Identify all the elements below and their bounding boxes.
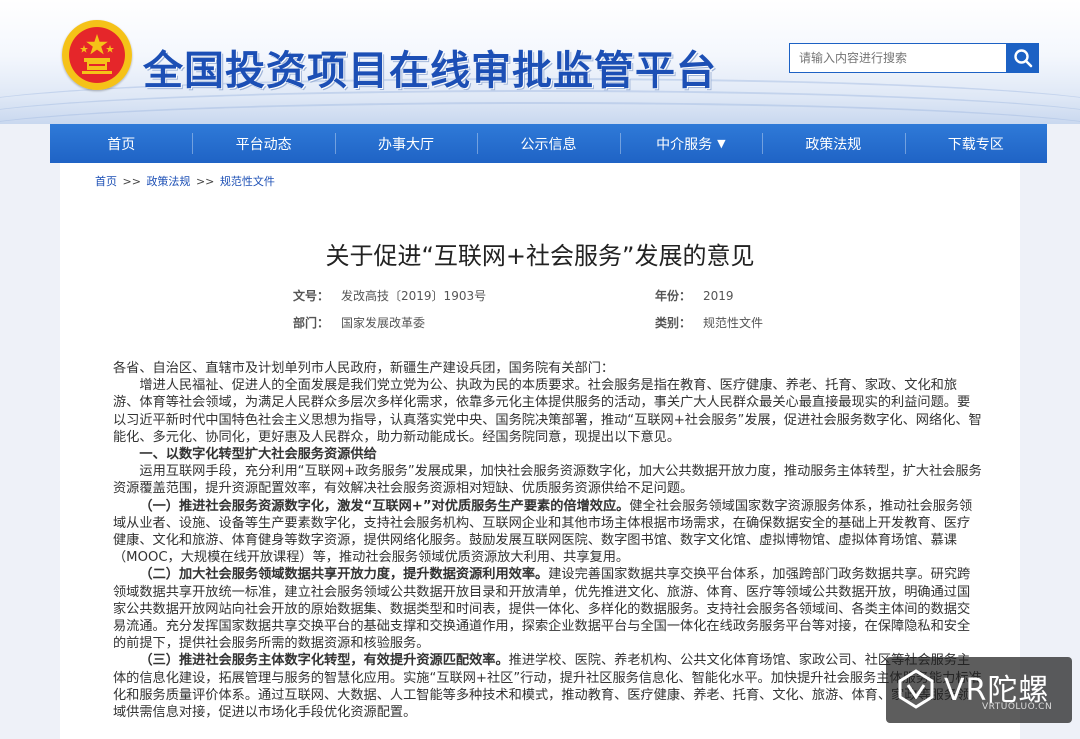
meta-department: 部门： 国家发展改革委: [293, 314, 425, 331]
document-title: 关于促进“互联网+社会服务”发展的意见: [325, 242, 755, 270]
section-heading-text: 一、以数字化转型扩大社会服务资源供给: [139, 447, 377, 463]
meta-value: 国家发展改革委: [341, 316, 426, 330]
nav-item-label: 政策法规: [805, 136, 862, 153]
nav-item-label: 公示信息: [520, 136, 577, 153]
breadcrumb: 首页 >> 政策法规 >> 规范性文件: [95, 173, 275, 189]
meta-value: 规范性文件: [703, 316, 764, 330]
meta-category: 类别： 规范性文件: [655, 314, 763, 331]
nav-item-service-hall[interactable]: 办事大厅: [334, 124, 477, 163]
meta-year: 年份： 2019: [655, 287, 734, 304]
nav-item-label: 平台动态: [235, 136, 292, 153]
main-nav: 首页 平台动态 办事大厅 公示信息 中介服务 ▼ 政策法规 下载专区: [50, 124, 1047, 163]
nav-item-policies[interactable]: 政策法规: [762, 124, 904, 163]
meta-label: 类别：: [655, 316, 692, 330]
nav-item-home[interactable]: 首页: [50, 124, 192, 163]
meta-label: 部门：: [293, 316, 330, 330]
intro-paragraph: 增进人民福祉、促进人的全面发展是我们党立党为公、执政为民的本质要求。社会服务是指…: [113, 378, 982, 445]
subsection-paragraph: （二）加大社会服务领域数据共享开放力度，提升数据资源利用效率。建设完善国家数据共…: [113, 566, 983, 652]
breadcrumb-home-link[interactable]: 首页: [95, 175, 117, 188]
subsection-heading: （一）推进社会服务资源数字化，激发“互联网+”对优质服务生产要素的倍增效应。: [139, 498, 630, 514]
search-icon: [1014, 49, 1033, 68]
subsection-heading: （三）推进社会服务主体数字化转型，有效提升资源匹配效率。: [139, 653, 509, 669]
nav-item-label: 下载专区: [947, 136, 1004, 153]
subsection-heading: （二）加大社会服务领域数据共享开放力度，提升数据资源利用效率。: [139, 567, 549, 583]
watermark: VR陀螺 VRTUOLUO.CN: [886, 657, 1072, 723]
watermark-domain-text: VRTUOLUO.CN: [982, 702, 1053, 712]
salutation-paragraph: 各省、自治区、直辖市及计划单列市人民政府，新疆生产建设兵团，国务院有关部门：: [113, 361, 615, 376]
meta-label: 文号：: [293, 289, 330, 303]
breadcrumb-separator: >>: [122, 175, 141, 188]
meta-value: 发改高技〔2019〕1903号: [341, 289, 487, 303]
breadcrumb-separator: >>: [195, 175, 215, 188]
section-intro-paragraph: 运用互联网手段，充分利用“互联网+政务服务”发展成果，加快社会服务资源数字化，加…: [113, 464, 982, 497]
nav-item-label: 办事大厅: [378, 136, 435, 153]
national-emblem-icon: [62, 20, 132, 90]
breadcrumb-current[interactable]: 规范性文件: [220, 175, 275, 188]
meta-value: 2019: [703, 289, 734, 303]
nav-item-intermediary-services[interactable]: 中介服务 ▼: [619, 124, 762, 163]
breadcrumb-policies-link[interactable]: 政策法规: [146, 175, 190, 188]
meta-label: 年份：: [655, 289, 692, 303]
subsection-paragraph: （三）推进社会服务主体数字化转型，有效提升资源匹配效率。推进学校、医院、养老机构…: [113, 652, 983, 721]
document-body: 各省、自治区、直辖市及计划单列市人民政府，新疆生产建设兵团，国务院有关部门： 增…: [113, 360, 983, 721]
nav-item-platform-news[interactable]: 平台动态: [192, 124, 334, 163]
site-title[interactable]: 全国投资项目在线审批监管平台: [143, 38, 717, 96]
nav-item-label: 中介服务: [656, 136, 713, 153]
nav-item-public-info[interactable]: 公示信息: [477, 124, 619, 163]
meta-doc-no: 文号： 发改高技〔2019〕1903号: [293, 287, 486, 304]
search-input[interactable]: [789, 43, 1007, 73]
vr-tuoluo-logo-icon: [898, 669, 934, 709]
nav-item-label: 首页: [107, 136, 136, 153]
subsection-paragraph: （一）推进社会服务资源数字化，激发“互联网+”对优质服务生产要素的倍增效应。健全…: [113, 498, 983, 567]
search-button[interactable]: [1007, 43, 1039, 73]
section-heading: 一、以数字化转型扩大社会服务资源供给: [113, 446, 983, 463]
nav-item-downloads[interactable]: 下载专区: [904, 124, 1047, 163]
chevron-down-icon: ▼: [717, 137, 726, 150]
